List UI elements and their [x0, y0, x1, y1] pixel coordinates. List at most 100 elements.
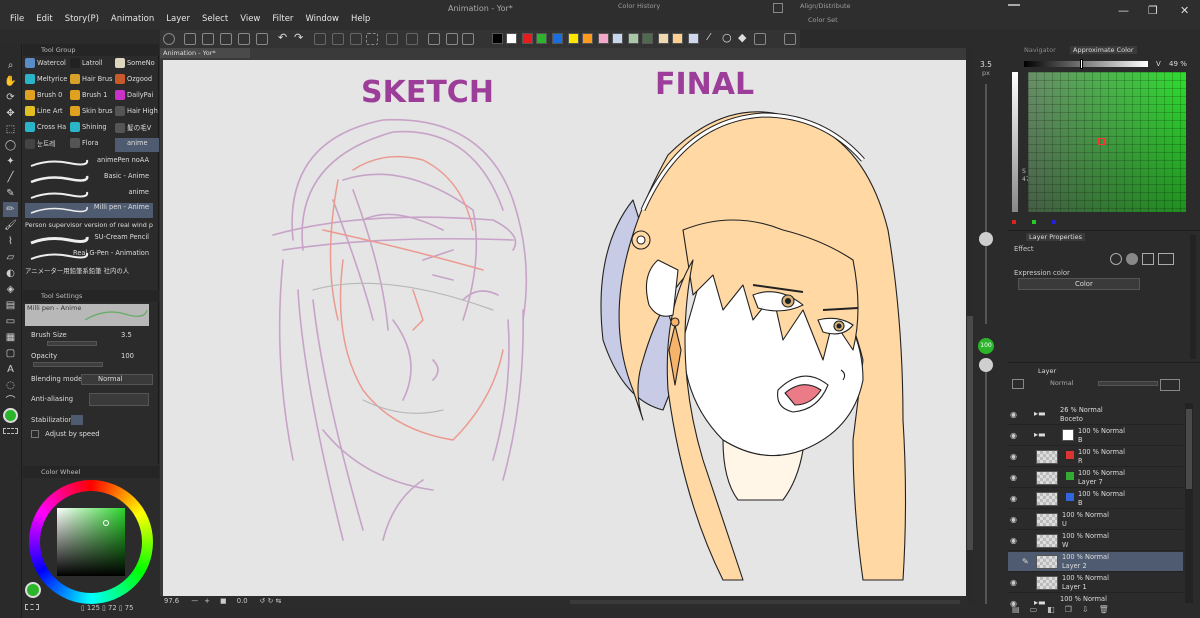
strip-size-track[interactable]	[985, 84, 987, 324]
eraser-icon[interactable]: ◆	[738, 31, 746, 44]
rotate-right-icon[interactable]: ↻	[268, 597, 274, 605]
move-icon[interactable]: ✥	[3, 106, 18, 121]
adjust-speed-checkbox[interactable]	[31, 430, 39, 438]
color-swatch-8[interactable]	[598, 33, 609, 44]
visibility-icon[interactable]: ◉	[1010, 494, 1020, 503]
current-color-swatch[interactable]	[25, 582, 41, 598]
layer-scrollbar[interactable]	[1185, 403, 1193, 603]
canvas-scrollbar-thumb[interactable]	[967, 316, 973, 550]
layer-opacity-slider[interactable]	[1098, 381, 1158, 386]
ruler-icon[interactable]	[446, 33, 458, 45]
hand-icon[interactable]: ✋	[3, 74, 18, 89]
folder-icon[interactable]: ▸▬	[1034, 409, 1046, 418]
figure-icon[interactable]: ▭	[3, 314, 18, 329]
rotate-icon[interactable]: ⟳	[3, 90, 18, 105]
eyedropper-icon[interactable]: ⁄	[708, 32, 710, 43]
brush-size-slider[interactable]	[47, 341, 97, 346]
strip-opacity-badge[interactable]: 100	[978, 338, 994, 354]
blend-icon[interactable]: ◐	[3, 266, 18, 281]
tool-group-cell[interactable]: DailyPai	[115, 90, 159, 104]
layer-row[interactable]: ◉ 100 % Normal B	[1008, 489, 1183, 509]
menu-story[interactable]: Story(P)	[59, 14, 105, 24]
blending-dropdown[interactable]: Normal	[81, 374, 153, 385]
color-swatch-1[interactable]	[492, 33, 503, 44]
tool-group-cell[interactable]: 髪の毛V	[115, 122, 159, 136]
new-layer-icon[interactable]: ▤	[1012, 605, 1020, 617]
menu-edit[interactable]: Edit	[30, 14, 58, 24]
tool-group-cell[interactable]: Hair Brus	[70, 74, 114, 88]
save-icon[interactable]	[220, 33, 232, 45]
fill-icon[interactable]	[332, 33, 344, 45]
select-icon[interactable]: ⬚	[3, 122, 18, 137]
color-swatch-6[interactable]	[568, 33, 579, 44]
color-swatch-13[interactable]	[672, 33, 683, 44]
anti-aliasing-selector[interactable]	[89, 393, 149, 406]
zoom-in-icon[interactable]: +	[204, 597, 210, 605]
tool-group-cell[interactable]: Meltyrice	[25, 74, 69, 88]
layer-row-selected[interactable]: ✎ 100 % Normal Layer 2	[1008, 552, 1183, 572]
opacity-value[interactable]: 100	[121, 352, 134, 360]
layer-row[interactable]: ◉ 100 % Normal W	[1008, 531, 1183, 551]
sv-cursor[interactable]	[103, 520, 109, 526]
menu-help[interactable]: Help	[345, 14, 376, 24]
copy-icon[interactable]: ❐	[1065, 605, 1072, 617]
layer-tab[interactable]: Layer	[1038, 367, 1056, 375]
approx-color-cursor[interactable]	[1098, 138, 1105, 145]
menu-select[interactable]: Select	[196, 14, 234, 24]
visibility-icon[interactable]: ◉	[1010, 431, 1020, 440]
brush-item[interactable]: Basic - Anime	[25, 172, 153, 187]
pen-icon[interactable]: ✎	[3, 186, 18, 201]
value-slider[interactable]	[1024, 61, 1148, 67]
crop-icon[interactable]	[406, 33, 418, 45]
pencil-icon[interactable]: ✏	[3, 202, 18, 217]
layer-row[interactable]: ◉ ▸▬ 26 % Normal Boceto	[1008, 405, 1183, 425]
tool-group-cell[interactable]: Skin brus	[70, 106, 114, 120]
settings-icon[interactable]	[754, 33, 766, 45]
correct-line-icon[interactable]: ⌒	[3, 394, 18, 409]
open-icon[interactable]	[202, 33, 214, 45]
panel-expand-icon[interactable]	[773, 3, 783, 13]
color-swatch-2[interactable]	[506, 33, 517, 44]
mask-icon[interactable]: ◧	[1047, 605, 1055, 617]
color-swatch-3[interactable]	[522, 33, 533, 44]
visibility-icon[interactable]: ◉	[1010, 473, 1020, 482]
layer-row[interactable]: ◉ 100 % Normal R	[1008, 447, 1183, 467]
ruler-tool-icon[interactable]: ▢	[3, 346, 18, 361]
zoom-value[interactable]: 97.6	[164, 597, 179, 605]
tool-preset-preview[interactable]: Milli pen - Anime	[25, 304, 149, 326]
effect-more-icon[interactable]	[1158, 253, 1174, 265]
brush-item[interactable]: アニメーター用鉛筆系鉛筆 社内の人	[25, 266, 153, 275]
lasso-icon[interactable]: ◯	[3, 138, 18, 153]
h-value[interactable]: 125	[87, 604, 100, 612]
visibility-icon[interactable]: ◉	[1010, 452, 1020, 461]
text-icon[interactable]: A	[3, 362, 18, 377]
rotate-left-icon[interactable]: ↺	[260, 597, 266, 605]
strip-size-value[interactable]: 3.5	[977, 60, 995, 69]
eraser-tool-icon[interactable]: ▱	[3, 250, 18, 265]
menu-file[interactable]: File	[4, 14, 30, 24]
brush-item[interactable]: Real G-Pen - Animation	[25, 249, 153, 264]
s-value[interactable]: 72	[108, 604, 117, 612]
canvas[interactable]: SKETCH FINAL	[163, 60, 966, 596]
value-slider-handle[interactable]	[1080, 59, 1083, 69]
brush-size-value[interactable]: 3.5	[121, 331, 132, 339]
tool-group-cell[interactable]: 눈트레	[25, 138, 69, 152]
color-swatch-11[interactable]	[642, 33, 653, 44]
minimize-button[interactable]: —	[1118, 4, 1129, 17]
stabilization-value[interactable]	[71, 415, 83, 425]
tool-group-cell[interactable]: Brush 0	[25, 90, 69, 104]
layer-mode-icon[interactable]	[1012, 379, 1024, 389]
new-file-icon[interactable]	[184, 33, 196, 45]
saturation-slider[interactable]	[1012, 72, 1018, 212]
snap-icon[interactable]	[428, 33, 440, 45]
angle-value[interactable]: 0.0	[237, 597, 248, 605]
effect-mask-icon[interactable]	[1126, 253, 1138, 265]
adjust-speed-row[interactable]: Adjust by speed	[31, 430, 155, 444]
transparent-color-swatch[interactable]	[3, 428, 18, 434]
horizontal-scrollbar[interactable]	[570, 600, 960, 604]
merge-icon[interactable]: ⇩	[1082, 605, 1089, 617]
menu-window[interactable]: Window	[299, 14, 345, 24]
tool-group-cell-selected[interactable]: anime	[115, 138, 159, 152]
tool-group-cell[interactable]: Latroll	[70, 58, 114, 72]
export-icon[interactable]	[238, 33, 250, 45]
